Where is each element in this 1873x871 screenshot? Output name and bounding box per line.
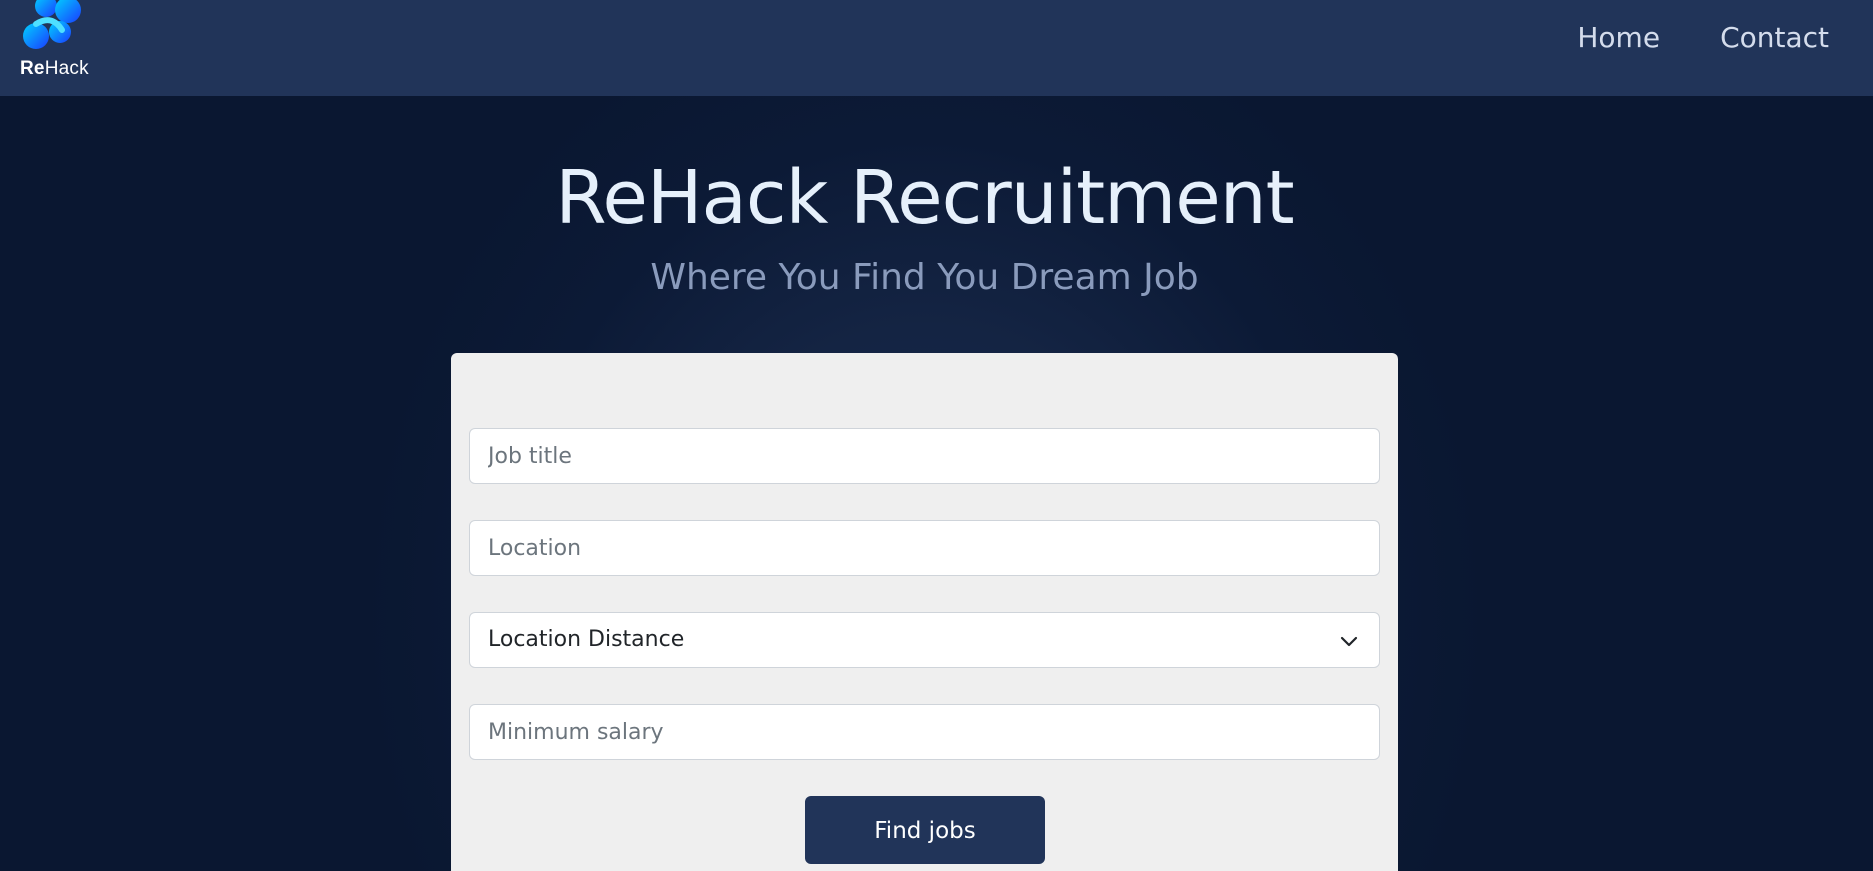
rehack-logo[interactable]: ReHack (18, 0, 98, 80)
nav-links: Home Contact (1577, 18, 1829, 58)
page-subtitle: Where You Find You Dream Job (650, 257, 1199, 298)
job-search-form: Location Distance Find jobs (451, 353, 1398, 871)
find-jobs-button[interactable]: Find jobs (805, 796, 1045, 864)
nav-link-home[interactable]: Home (1577, 18, 1660, 58)
location-distance-value: Location Distance (488, 627, 685, 652)
location-input[interactable] (469, 520, 1380, 576)
minimum-salary-input[interactable] (469, 704, 1380, 760)
chevron-down-icon (1340, 636, 1358, 647)
rehack-logo-icon (23, 0, 81, 49)
logo-text: ReHack (20, 58, 89, 79)
job-title-input[interactable] (469, 428, 1380, 484)
nav-link-contact[interactable]: Contact (1720, 18, 1829, 58)
location-distance-select[interactable]: Location Distance (469, 612, 1380, 668)
page-title: ReHack Recruitment (555, 155, 1294, 241)
navbar: ReHack Home Contact (0, 0, 1873, 96)
